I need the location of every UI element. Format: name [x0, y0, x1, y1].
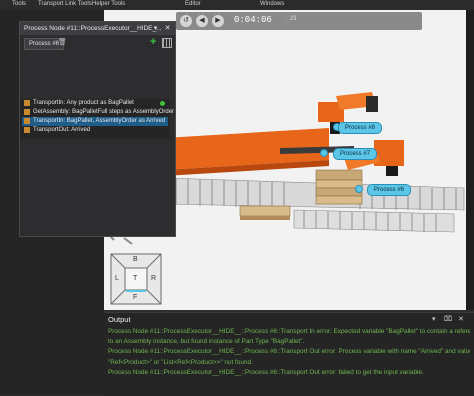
step-item[interactable]: TransportIn: Any product as BagPallet: [22, 99, 168, 108]
step-item[interactable]: TransportOut: Arrived: [22, 126, 168, 135]
pallet-floor: [239, 205, 291, 220]
step-label: TransportIn: BagPallet, AssemblyOrder as…: [33, 118, 166, 124]
close-icon[interactable]: ✕: [163, 24, 172, 33]
simulation-toolbar: ↺ ◀ ▶ 0:04:06 · 23: [176, 12, 422, 30]
add-icon[interactable]: +: [150, 36, 156, 48]
dropdown-icon[interactable]: ▾: [432, 315, 436, 323]
tab-tools[interactable]: Tools: [12, 1, 26, 7]
process-7-label[interactable]: Process #7: [333, 148, 378, 160]
output-title: Output: [108, 315, 131, 324]
step-label: TransportIn: Any product as BagPallet: [33, 100, 134, 106]
process-step-list: TransportIn: Any product as BagPallet Ge…: [20, 99, 174, 139]
tab-windows[interactable]: Windows: [260, 1, 284, 7]
process-6-label[interactable]: Process #6: [367, 184, 412, 196]
output-log: Process Node #11::ProcessExecutor__HIDE_…: [108, 327, 470, 378]
step-icon: [24, 127, 30, 133]
step-icon: [24, 109, 30, 115]
tab-transport-link-tools[interactable]: Transport Link Tools: [38, 1, 92, 7]
cube-face-right[interactable]: R: [151, 275, 156, 282]
panel-tab-strip: Process #6 🗑 +: [22, 36, 172, 50]
log-line: "Ref<Product>" or "List<Ref<Product>>" n…: [108, 358, 253, 366]
log-line: to an Assembly instance, but found insta…: [108, 338, 305, 346]
dropdown-icon[interactable]: ▾: [151, 24, 160, 33]
step-label: TransportOut: Arrived: [33, 127, 91, 133]
step-item[interactable]: GetAssembly: BagPalletFull steps as Asse…: [22, 108, 174, 117]
step-icon: [24, 100, 30, 106]
cube-face-center[interactable]: T: [133, 275, 137, 282]
step-item-selected[interactable]: TransportIn: BagPallet, AssemblyOrder as…: [22, 117, 168, 126]
tab-helper-tools[interactable]: Helper Tools: [92, 1, 125, 7]
simulation-speed: · 23: [286, 16, 297, 22]
cube-face-top[interactable]: B: [133, 256, 138, 263]
panel-title: Process Node #11::ProcessExecutor__HIDE_…: [24, 25, 162, 32]
status-dot: [160, 101, 165, 106]
tab-editor[interactable]: Editor: [185, 1, 201, 7]
log-line: Process Node #11::ProcessExecutor__HIDE_…: [108, 368, 424, 376]
cube-face-left[interactable]: L: [115, 275, 119, 282]
navigation-cube[interactable]: B L R F T: [110, 253, 162, 305]
pin-icon[interactable]: ⌧: [444, 315, 452, 323]
step-label: GetAssembly: BagPalletFull steps as Asse…: [33, 109, 175, 115]
reset-icon[interactable]: ↺: [180, 15, 192, 27]
cube-face-bottom[interactable]: F: [133, 294, 137, 301]
trash-icon[interactable]: 🗑: [58, 38, 67, 46]
roller-conveyor-lower: [293, 209, 455, 233]
process-8-label[interactable]: Process #8: [338, 122, 383, 134]
grid-icon[interactable]: [162, 38, 172, 48]
simulation-time: 0:04:06: [234, 15, 272, 25]
log-line: Process Node #11::ProcessExecutor__HIDE_…: [108, 328, 470, 335]
close-icon[interactable]: ✕: [458, 315, 464, 323]
rewind-icon[interactable]: ◀: [196, 15, 208, 27]
process-6-anchor: [355, 185, 363, 193]
process-7-anchor: [320, 149, 328, 157]
output-panel: Output ▾ ⌧ ✕ Process Node #11::ProcessEx…: [104, 312, 474, 396]
play-icon[interactable]: ▶: [212, 15, 224, 27]
panel-titlebar[interactable]: Process Node #11::ProcessExecutor__HIDE_…: [20, 22, 175, 35]
step-icon: [24, 118, 30, 124]
log-line: Process Node #11::ProcessExecutor__HIDE_…: [108, 348, 470, 356]
